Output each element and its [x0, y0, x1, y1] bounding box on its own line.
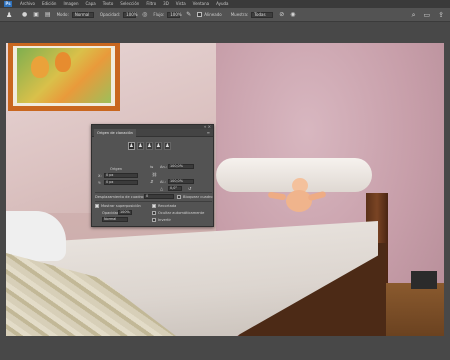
- document-canvas[interactable]: [6, 43, 444, 336]
- flujo-label: Flujo:: [153, 12, 165, 17]
- opacidad-label: Opacidad:: [99, 12, 121, 17]
- photo-tulip-painting: [17, 48, 111, 103]
- ocultar-automaticamente-checkbox[interactable]: [152, 211, 156, 215]
- app-logo: Ps: [4, 1, 12, 7]
- opacidad-field[interactable]: 100%: [123, 11, 138, 18]
- clone-source-3-icon[interactable]: ♟: [146, 142, 153, 150]
- invertir-checkbox[interactable]: [152, 218, 156, 222]
- menu-item-vista[interactable]: Vista: [176, 0, 186, 8]
- ocultar-automaticamente-label: Ocultar automáticamente: [158, 211, 205, 215]
- rotation-field[interactable]: 0,0°: [168, 186, 182, 191]
- desplazamiento-label: Desplazamiento de cuadro:: [95, 195, 145, 199]
- clone-source-4-icon[interactable]: ♟: [155, 142, 162, 150]
- link-icon[interactable]: ⛓: [152, 172, 157, 177]
- share-icon[interactable]: ⇪: [438, 10, 444, 20]
- flujo-field[interactable]: 100%: [167, 11, 182, 18]
- menu-item-texto[interactable]: Texto: [103, 0, 114, 8]
- menu-item-imagen[interactable]: Imagen: [63, 0, 78, 8]
- ignore-adjustment-layers-icon[interactable]: ⊘: [279, 11, 284, 19]
- clone-source-buttons: ♟ ♟ ♟ ♟ ♟: [128, 142, 171, 150]
- clone-source-5-icon[interactable]: ♟: [164, 142, 171, 150]
- collapse-close-icon[interactable]: « ×: [204, 124, 211, 129]
- rotation-icon[interactable]: △: [160, 186, 163, 191]
- tab-origen-de-clonacion[interactable]: Origen de clonación: [94, 128, 136, 137]
- photo-tulip: [31, 56, 49, 78]
- muestra-select[interactable]: Todas: [251, 11, 274, 18]
- blend-mode-select[interactable]: Normal: [102, 217, 128, 222]
- menu-item-ayuda[interactable]: Ayuda: [216, 0, 228, 8]
- mostrar-superposicion-label: Mostrar superposición: [101, 204, 141, 208]
- y-label: Y:: [98, 181, 101, 185]
- bloquear-cuadro-label: Bloquear cuadro: [183, 195, 213, 199]
- panel-tab-strip: Origen de clonación: [92, 128, 213, 137]
- modo-label: Modo:: [56, 12, 69, 17]
- x-offset-field[interactable]: 0 px: [104, 173, 138, 178]
- window-controls: ⌕ ▭ ⇪: [412, 10, 444, 20]
- menu-item-3d[interactable]: 3D: [163, 0, 169, 8]
- recortada-checkbox[interactable]: [152, 204, 156, 208]
- frame-offset-field[interactable]: 0: [144, 194, 174, 199]
- reset-transform-icon[interactable]: ↺: [188, 186, 191, 191]
- overlay-opacity-field[interactable]: 100%: [118, 210, 132, 215]
- clone-source-panel-icon[interactable]: ▤: [45, 11, 51, 19]
- flip-horizontal-icon[interactable]: ⇋: [150, 164, 153, 169]
- flip-vertical-icon[interactable]: ⇵: [150, 179, 153, 184]
- menu-item-edicion[interactable]: Edición: [42, 0, 56, 8]
- photoshop-window: Ps Archivo Edición Imagen Capa Texto Sel…: [0, 0, 450, 360]
- panel-divider: [95, 201, 212, 202]
- bloquear-cuadro-checkbox[interactable]: [177, 195, 181, 199]
- clone-source-panel[interactable]: « × Origen de clonación ≡ ♟ ♟ ♟ ♟ ♟ Orig…: [91, 124, 214, 227]
- search-icon[interactable]: ⌕: [412, 10, 416, 20]
- pressure-size-icon[interactable]: ◉: [290, 11, 295, 19]
- photo-sheet-fold: [6, 211, 66, 261]
- panel-menu-icon[interactable]: ≡: [207, 130, 210, 135]
- menu-item-archivo[interactable]: Archivo: [20, 0, 35, 8]
- recortada-label: Recortada: [158, 204, 177, 208]
- rotation-unit: °: [175, 186, 178, 190]
- alineado-checkbox[interactable]: [197, 12, 203, 17]
- photo-doll-body: [286, 190, 312, 212]
- menu-item-ventana[interactable]: Ventana: [193, 0, 209, 8]
- menu-item-filtro[interactable]: Filtro: [146, 0, 156, 8]
- clone-source-2-icon[interactable]: ♟: [137, 142, 144, 150]
- x-label: X:: [98, 174, 102, 178]
- photo-tulip: [55, 52, 71, 72]
- al-label: Al.:: [160, 180, 166, 184]
- photo-picture-frame: [8, 43, 120, 111]
- pressure-opacity-icon[interactable]: ◎: [142, 11, 147, 19]
- y-offset-field[interactable]: 0 px: [104, 180, 138, 185]
- muestra-label: Muestra:: [230, 12, 249, 17]
- brush-preset-icon[interactable]: ●: [22, 11, 27, 19]
- clone-source-1-icon[interactable]: ♟: [128, 142, 135, 150]
- options-bar: ♟ ● ▣ ▤ Modo: Normal Opacidad: 100% ◎ Fl…: [0, 8, 450, 22]
- menu-bar: Ps Archivo Edición Imagen Capa Texto Sel…: [0, 0, 450, 8]
- mostrar-superposicion-checkbox[interactable]: [95, 204, 99, 208]
- workspace-icon[interactable]: ▭: [424, 10, 431, 20]
- clone-stamp-icon[interactable]: ♟: [6, 11, 16, 19]
- modo-select[interactable]: Normal: [71, 11, 94, 18]
- airbrush-icon[interactable]: ✎: [186, 11, 191, 19]
- height-scale-field[interactable]: 100,0%: [168, 179, 194, 184]
- panel-drag-bar[interactable]: « ×: [92, 124, 213, 129]
- panel-divider: [95, 192, 212, 193]
- menu-item-capa[interactable]: Capa: [86, 0, 96, 8]
- origen-label: Origen: [110, 167, 123, 171]
- menu-item-seleccion[interactable]: Selección: [120, 0, 139, 8]
- photo-dark-box: [411, 271, 437, 289]
- width-scale-field[interactable]: 100,0%: [168, 164, 194, 169]
- photo-nightstand: [381, 283, 444, 336]
- invertir-label: Invertir: [158, 218, 172, 222]
- an-label: An.:: [160, 165, 168, 169]
- brush-panel-icon[interactable]: ▣: [33, 11, 39, 19]
- alineado-label: Alineado: [204, 12, 222, 17]
